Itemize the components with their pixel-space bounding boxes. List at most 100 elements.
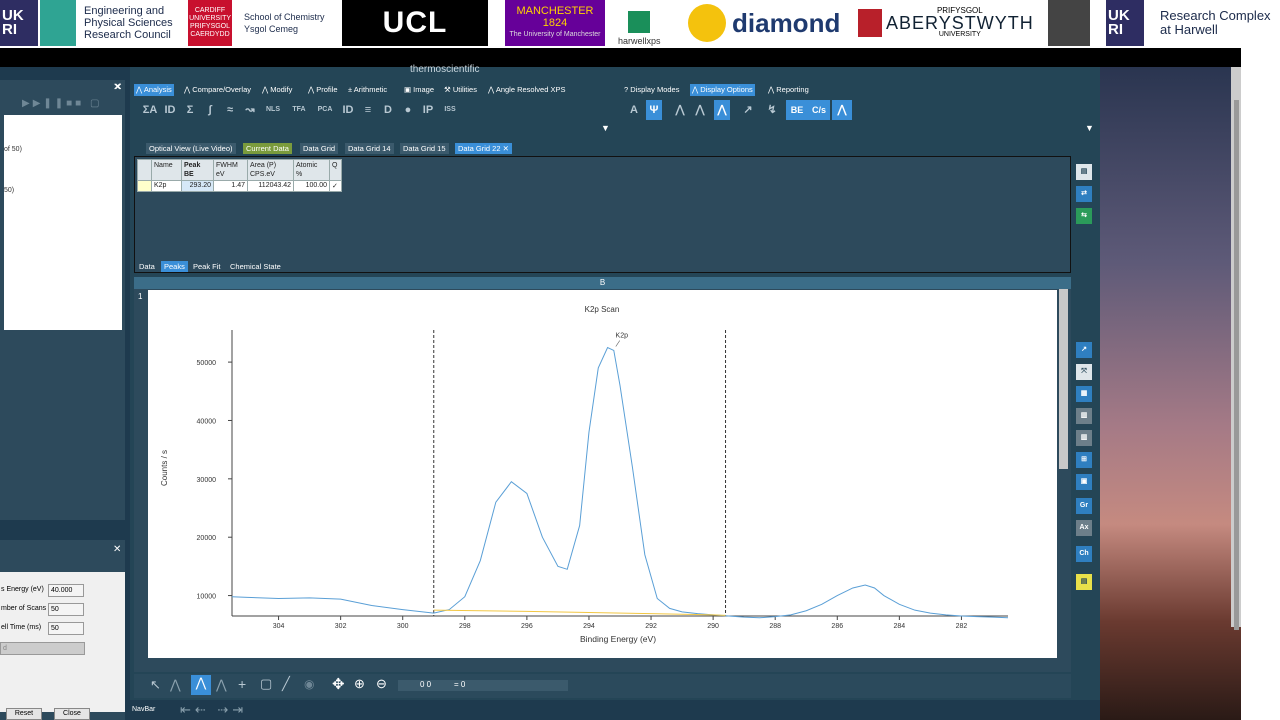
tab-arithmetic[interactable]: ± Arithmetic xyxy=(346,84,389,96)
sigma-a-icon[interactable]: ΣA xyxy=(142,102,158,118)
iss-icon[interactable]: ISS xyxy=(440,102,460,118)
font-icon[interactable]: A xyxy=(626,102,642,118)
graph-settings-icon[interactable]: Gr xyxy=(1076,498,1092,514)
nls-icon[interactable]: NLS xyxy=(262,102,284,118)
list-item[interactable]: of 50) xyxy=(4,146,22,153)
tab-modify[interactable]: ⋀ Modify xyxy=(260,84,294,96)
close-icon[interactable]: ✕ xyxy=(113,544,121,555)
tab-analysis[interactable]: ⋀ Analysis xyxy=(134,84,174,96)
tfa-icon[interactable]: TFA xyxy=(288,102,310,118)
tab-angle-resolved-xps[interactable]: ⋀ Angle Resolved XPS xyxy=(486,84,567,96)
close-button[interactable]: Close xyxy=(54,708,90,720)
dwell-time-input[interactable]: 50 xyxy=(48,622,84,635)
normalize-icon[interactable]: ⋀ xyxy=(832,100,852,120)
fit-view-icon[interactable]: ⤧ xyxy=(1076,364,1092,380)
crosshair-icon[interactable]: + xyxy=(238,676,246,692)
subtab-chemical-state[interactable]: Chemical State xyxy=(227,261,284,272)
d-icon[interactable]: D xyxy=(380,102,396,118)
cell-q-checkbox[interactable]: ✓ xyxy=(329,180,342,192)
pointer-tool-icon[interactable]: ↖ xyxy=(150,677,161,693)
trend-icon[interactable]: ↗ xyxy=(740,102,756,118)
cursor-display-icon[interactable]: Ψ xyxy=(646,100,662,120)
list-icon[interactable]: ≡ xyxy=(360,102,376,118)
number-of-scans-label: mber of Scans xyxy=(1,605,47,612)
tab-display-modes[interactable]: ? Display Modes xyxy=(622,84,681,96)
pca-icon[interactable]: PCA xyxy=(314,102,336,118)
tab-data-grid-22[interactable]: Data Grid 22 ✕ xyxy=(455,143,512,154)
layout-icon[interactable]: ▣ xyxy=(1076,474,1092,490)
tab-image[interactable]: ▣ Image xyxy=(402,84,436,96)
peak-tool-icon[interactable]: ⋀ xyxy=(216,677,227,693)
spectrum-chart[interactable]: K2p Scan Binding Energy (eV) Counts / s … xyxy=(148,290,1057,658)
cell-name[interactable]: K2p xyxy=(151,180,182,192)
table-row[interactable]: K2p 293.20 1.47 112043.42 100.00 ✓ xyxy=(137,180,342,192)
toolbar-collapse-icon[interactable]: ▼ xyxy=(1085,123,1094,133)
subtab-data[interactable]: Data xyxy=(136,261,158,272)
tab-data-grid-15[interactable]: Data Grid 15 xyxy=(400,143,449,154)
ip-icon[interactable]: IP xyxy=(420,102,436,118)
sigma-icon[interactable]: Σ xyxy=(182,102,198,118)
peak-add-icon[interactable]: ⋀ xyxy=(170,677,181,693)
zoom-region-icon[interactable]: ↗ xyxy=(1076,342,1092,358)
pass-energy-input[interactable]: 40.000 xyxy=(48,584,84,597)
navigation-arrows-icon[interactable]: ⇤⇠ ⇢⇥ xyxy=(180,702,247,718)
id-icon[interactable]: ID xyxy=(162,102,178,118)
tab-compare-overlay[interactable]: ⋀ Compare/Overlay xyxy=(182,84,253,96)
pan-icon[interactable]: ✥ xyxy=(332,675,345,693)
spectrum-plot[interactable]: K2p Scan Binding Energy (eV) Counts / s … xyxy=(148,290,1057,658)
tile-grid-icon[interactable]: ▦ xyxy=(1076,386,1092,402)
line-tool-icon[interactable]: ╱ xyxy=(282,676,290,692)
tab-optical-view[interactable]: Optical View (Live Video) xyxy=(146,143,236,154)
cell-fwhm[interactable]: 1.47 xyxy=(213,180,248,192)
plot-scrollbar[interactable] xyxy=(1059,289,1068,469)
residual-display-icon[interactable]: ⋀ xyxy=(714,100,730,120)
scrollbar-thumb[interactable] xyxy=(1234,100,1239,630)
tab-data-grid-14[interactable]: Data Grid 14 xyxy=(345,143,394,154)
reset-button[interactable]: Reset xyxy=(6,708,42,720)
envelope-display-icon[interactable]: ⋀ xyxy=(692,102,708,118)
zoom-in-icon[interactable]: ⊕ xyxy=(354,676,365,692)
smooth-icon[interactable]: ≈ xyxy=(222,102,238,118)
tile-rows-icon[interactable]: ▥ xyxy=(1076,408,1092,424)
cell-peak-be[interactable]: 293.20 xyxy=(181,180,214,192)
close-icon[interactable]: ✕ xyxy=(503,144,509,153)
close-icon[interactable]: ✕ xyxy=(114,82,122,93)
number-of-scans-input[interactable]: 50 xyxy=(48,603,84,616)
cell-atomic[interactable]: 100.00 xyxy=(293,180,330,192)
integral-icon[interactable]: ∫ xyxy=(202,102,218,118)
tab-utilities[interactable]: ⚒ Utilities xyxy=(442,84,479,96)
eye-icon[interactable]: ◉ xyxy=(304,677,314,691)
list-item[interactable]: 50) xyxy=(4,187,14,194)
pin-icon[interactable]: ● xyxy=(400,102,416,118)
subtab-peak-fit[interactable]: Peak Fit xyxy=(190,261,224,272)
chart-settings-icon[interactable]: Ch xyxy=(1076,546,1092,562)
add-plot-icon[interactable]: ⊞ xyxy=(1076,452,1092,468)
tile-cols-icon[interactable]: ▥ xyxy=(1076,430,1092,446)
region-tool-icon[interactable]: ⋀ xyxy=(191,675,211,695)
binding-energy-toggle[interactable]: BE xyxy=(786,100,808,120)
playback-controls-icon[interactable]: ▶▶❚❚■■ ▢ xyxy=(22,98,102,109)
manchester-logo: MANCHESTER 1824 The University of Manchest… xyxy=(505,0,605,46)
tab-data-grid[interactable]: Data Grid xyxy=(300,143,339,154)
toolbar-collapse-icon[interactable]: ▼ xyxy=(601,123,610,133)
table-icon[interactable]: ▤ xyxy=(1076,574,1092,590)
axis-settings-icon[interactable]: Ax xyxy=(1076,520,1092,536)
save-icon[interactable]: ▤ xyxy=(1076,164,1092,180)
peak-display-icon[interactable]: ⋀ xyxy=(672,102,688,118)
tab-reporting[interactable]: ⋀ Reporting xyxy=(766,84,811,96)
id-library-icon[interactable]: ID xyxy=(340,102,356,118)
experiment-list[interactable]: of 50) 50) xyxy=(4,115,122,330)
derivative-icon[interactable]: ↝ xyxy=(242,102,258,118)
subtab-peaks[interactable]: Peaks xyxy=(161,261,188,272)
export-icon[interactable]: ⇆ xyxy=(1076,208,1092,224)
counts-per-second-toggle[interactable]: C/s xyxy=(808,100,830,120)
zoom-out-icon[interactable]: ⊖ xyxy=(376,676,387,692)
tab-current-data[interactable]: Current Data xyxy=(243,143,292,154)
row-selector[interactable] xyxy=(137,180,152,192)
import-icon[interactable]: ⇄ xyxy=(1076,186,1092,202)
cell-area[interactable]: 112043.42 xyxy=(247,180,294,192)
scale-icon[interactable]: ↯ xyxy=(764,102,780,118)
tab-display-options[interactable]: ⋀ Display Options xyxy=(690,84,755,96)
rectangle-tool-icon[interactable]: ▢ xyxy=(260,676,272,692)
tab-profile[interactable]: ⋀ Profile xyxy=(306,84,340,96)
